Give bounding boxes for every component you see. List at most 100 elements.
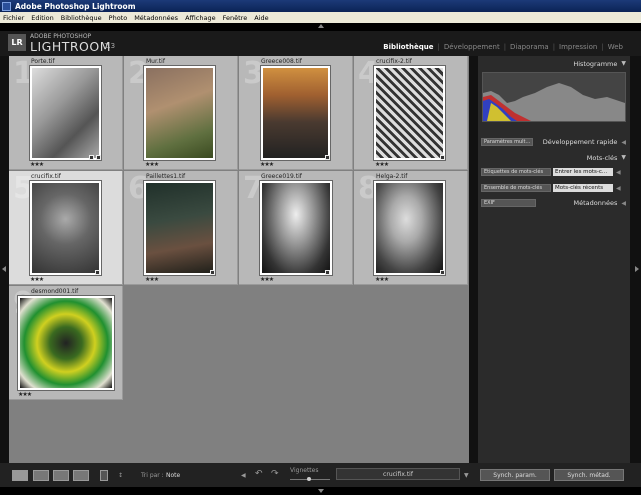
right-panel: Histogramme ▼ Paramètres mult... Dévelop…: [478, 56, 630, 463]
star-rating[interactable]: ★★★: [375, 161, 389, 168]
edit-badge-icon: [95, 270, 100, 275]
photo-cell[interactable]: 2 Mur.tif ★★★: [124, 56, 238, 170]
keyword-set-select[interactable]: Mots-clés récents: [553, 184, 613, 192]
module-bibliotheque[interactable]: Bibliothèque: [383, 43, 433, 51]
chevron-down-icon[interactable]: ▼: [464, 472, 469, 479]
panel-quick-develop-title[interactable]: Développement rapide: [543, 138, 618, 146]
photo-thumbnail[interactable]: [260, 181, 332, 275]
module-diaporama[interactable]: Diaporama: [510, 43, 549, 51]
identity-plate: LR ADOBE PHOTOSHOP LIGHTROOM 1.3 Bibliot…: [0, 31, 641, 56]
sync-metadata-button[interactable]: Synch. métad.: [554, 469, 624, 481]
version-label: 1.3: [104, 42, 116, 50]
module-impression[interactable]: Impression: [559, 43, 597, 51]
sort-icon[interactable]: ↕: [118, 472, 123, 479]
metadata-preset-select[interactable]: EXIF: [481, 199, 536, 207]
window-title: Adobe Photoshop Lightroom: [15, 1, 136, 11]
thumbnail-grid: 1 Porte.tif ★★★ 2 Mur.tif ★★★ 3 Greece00…: [9, 56, 469, 463]
menu-fenetre[interactable]: Fenêtre: [223, 14, 248, 22]
panel-histogram-title: Histogramme: [573, 59, 618, 68]
menu-metadonnees[interactable]: Métadonnées: [134, 14, 178, 22]
star-rating[interactable]: ★★★: [30, 276, 44, 283]
bottom-panel-toggle[interactable]: [0, 487, 641, 495]
photo-cell[interactable]: 8 Helga-2.tif ★★★: [354, 171, 468, 285]
menu-bibliotheque[interactable]: Bibliothèque: [61, 14, 102, 22]
star-rating[interactable]: ★★★: [18, 391, 32, 398]
edit-badge-icon: [325, 155, 330, 160]
menu-affichage[interactable]: Affichage: [185, 14, 216, 22]
star-rating[interactable]: ★★★: [30, 161, 44, 168]
module-web[interactable]: Web: [608, 43, 623, 51]
module-picker: Bibliothèque | Développement | Diaporama…: [383, 43, 623, 51]
triangle-left-icon[interactable]: ◀: [241, 472, 246, 479]
triangle-down-icon: [318, 489, 324, 493]
panel-histogram-header[interactable]: Histogramme ▼: [478, 58, 630, 69]
grid-view-icon[interactable]: [12, 470, 28, 481]
star-rating[interactable]: ★★★: [145, 276, 159, 283]
photo-filename: crucifix-2.tif: [376, 58, 412, 65]
rotate-left-icon[interactable]: ↶: [255, 469, 263, 479]
edit-badge-icon: [440, 155, 445, 160]
crop-badge-icon: [96, 155, 101, 160]
panel-keywords-header[interactable]: Mots-clés ▼: [478, 152, 630, 163]
histogram-graph: [483, 83, 625, 121]
photo-thumbnail[interactable]: [144, 66, 215, 160]
photo-cell[interactable]: 3 Greece008.tif ★★★: [239, 56, 353, 170]
menu-edition[interactable]: Edition: [31, 14, 54, 22]
menu-fichier[interactable]: Fichier: [3, 14, 24, 22]
photo-thumbnail[interactable]: [30, 66, 101, 160]
photo-thumbnail[interactable]: [144, 181, 215, 275]
triangle-left-icon: ◀: [621, 199, 626, 207]
toolbar: ↕ Tri par : Note ◀ ↶ ↷ Vignettes crucifi…: [0, 463, 641, 487]
star-rating[interactable]: ★★★: [260, 276, 274, 283]
sync-settings-button[interactable]: Synch. param.: [480, 469, 550, 481]
photo-thumbnail[interactable]: [261, 66, 330, 160]
metadata-row: EXIF Métadonnées ◀: [481, 198, 626, 208]
rotate-right-icon[interactable]: ↷: [271, 469, 279, 479]
photo-cell-selected[interactable]: 5 crucifix.tif ★★★: [9, 171, 123, 285]
title-bar: Adobe Photoshop Lightroom: [0, 0, 641, 12]
photo-thumbnail[interactable]: [18, 296, 114, 390]
top-panel-toggle[interactable]: [0, 23, 641, 31]
photo-cell[interactable]: 4 crucifix-2.tif ★★★: [354, 56, 468, 170]
presets-button[interactable]: Paramètres mult...: [481, 138, 534, 146]
menu-aide[interactable]: Aide: [254, 14, 268, 22]
survey-view-icon[interactable]: [73, 470, 89, 481]
histogram: [482, 72, 626, 122]
menu-photo[interactable]: Photo: [109, 14, 128, 22]
photo-filename: Paillettes1.tif: [146, 173, 186, 180]
left-panel-toggle[interactable]: [0, 56, 8, 463]
compare-view-icon[interactable]: [53, 470, 69, 481]
photo-filename: Helga-2.tif: [376, 173, 408, 180]
filename-display: crucifix.tif: [336, 468, 460, 480]
star-rating[interactable]: ★★★: [375, 276, 389, 283]
sort-value[interactable]: Note: [166, 472, 180, 479]
thumbnail-size-label: Vignettes: [290, 467, 319, 474]
lr-logo: LR: [8, 34, 26, 51]
keyword-tags-label: Etiquettes de mots-clés: [481, 168, 551, 176]
module-developpement[interactable]: Développement: [444, 43, 500, 51]
photo-filename: crucifix.tif: [31, 173, 61, 180]
photo-filename: Porte.tif: [31, 58, 55, 65]
photo-thumbnail[interactable]: [374, 181, 445, 275]
keyword-tags-select[interactable]: Entrer les mots-c...: [553, 168, 613, 176]
loupe-view-icon[interactable]: [33, 470, 49, 481]
photo-cell[interactable]: 9 desmond001.tif ★★★: [9, 286, 123, 400]
photo-cell[interactable]: 1 Porte.tif ★★★: [9, 56, 123, 170]
photo-thumbnail[interactable]: [374, 66, 445, 160]
star-rating[interactable]: ★★★: [260, 161, 274, 168]
edit-badge-icon: [325, 270, 330, 275]
panel-metadata-title[interactable]: Métadonnées: [574, 199, 618, 207]
app-icon: [2, 1, 11, 11]
photo-cell[interactable]: 6 Paillettes1.tif ★★★: [124, 171, 238, 285]
triangle-up-icon: [318, 24, 324, 28]
triangle-left-icon: [2, 266, 6, 272]
slider-thumb[interactable]: [307, 477, 311, 481]
right-panel-toggle[interactable]: [632, 56, 641, 463]
triangle-left-icon: ◀: [621, 138, 626, 146]
photo-cell[interactable]: 7 Greece019.tif ★★★: [239, 171, 353, 285]
star-rating[interactable]: ★★★: [145, 161, 159, 168]
painter-icon[interactable]: [100, 470, 108, 481]
triangle-down-icon: ▼: [621, 154, 626, 161]
photo-thumbnail[interactable]: [30, 181, 101, 275]
module-separator: |: [601, 43, 604, 51]
